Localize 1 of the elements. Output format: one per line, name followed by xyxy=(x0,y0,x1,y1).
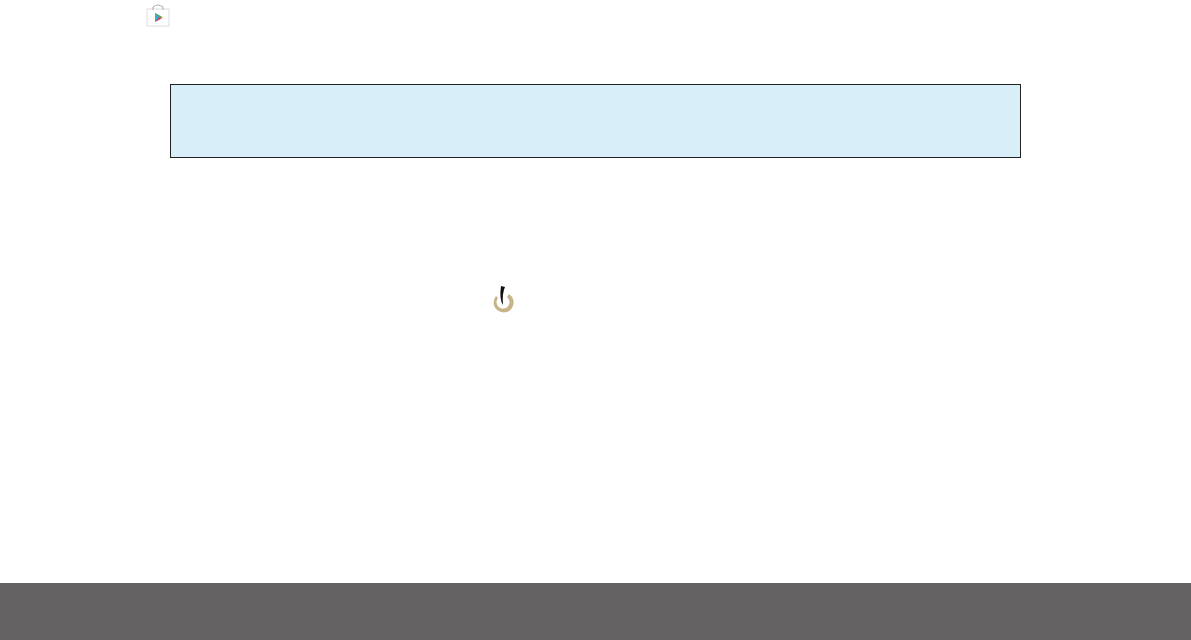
shopping-bag-icon[interactable] xyxy=(146,4,170,28)
